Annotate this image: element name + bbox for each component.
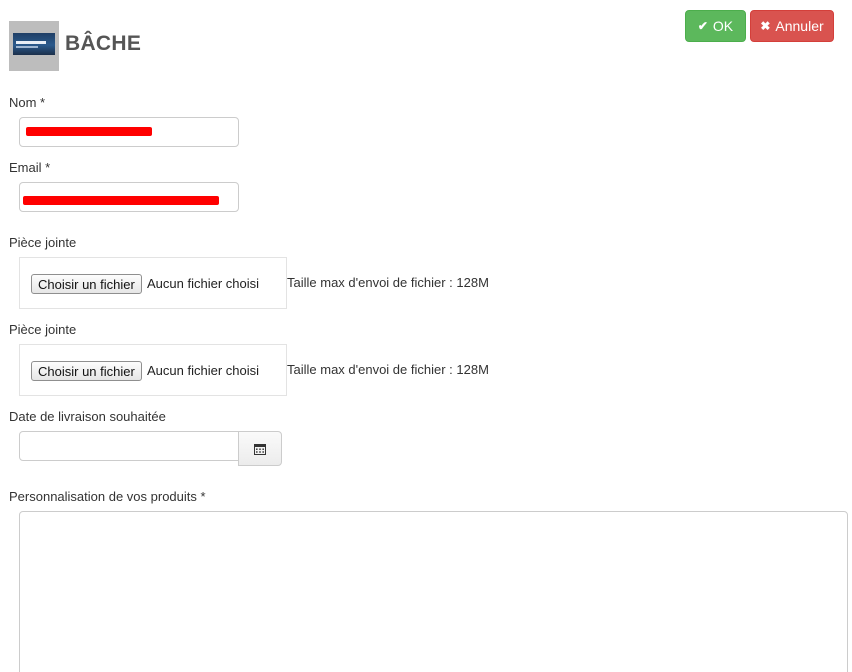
redaction-mark	[23, 196, 219, 205]
name-label: Nom *	[9, 95, 46, 110]
form-page: BÂCHE ✔ OK ✖ Annuler Nom * Email * Pièce…	[0, 0, 852, 672]
file-size-hint-1: Taille max d'envoi de fichier : 128M	[287, 275, 489, 290]
delivery-date-label: Date de livraison souhaitée	[9, 409, 166, 424]
close-icon: ✖	[760, 19, 771, 33]
attachment-label-2: Pièce jointe	[9, 322, 77, 337]
delivery-date-input[interactable]	[19, 431, 240, 461]
email-input[interactable]	[19, 182, 239, 212]
calendar-button[interactable]	[238, 431, 282, 466]
file-status-2: Aucun fichier choisi	[147, 363, 259, 378]
ok-button-label: OK	[712, 18, 734, 34]
ok-button[interactable]: ✔ OK	[685, 10, 746, 42]
name-input[interactable]	[19, 117, 239, 147]
cancel-button[interactable]: ✖ Annuler	[750, 10, 834, 42]
email-label: Email *	[9, 160, 51, 175]
file-size-hint-2: Taille max d'envoi de fichier : 128M	[287, 362, 489, 377]
product-thumbnail-icon	[9, 21, 59, 71]
customization-textarea[interactable]	[19, 511, 848, 672]
choose-file-button-1[interactable]: Choisir un fichier	[31, 274, 142, 294]
file-picker-2: Choisir un fichier Aucun fichier choisi	[19, 344, 287, 396]
file-status-1: Aucun fichier choisi	[147, 276, 259, 291]
calendar-icon	[254, 443, 266, 455]
redaction-mark	[26, 127, 152, 136]
cancel-button-label: Annuler	[775, 18, 824, 34]
attachment-label-1: Pièce jointe	[9, 235, 77, 250]
choose-file-button-2[interactable]: Choisir un fichier	[31, 361, 142, 381]
file-picker-1: Choisir un fichier Aucun fichier choisi	[19, 257, 287, 309]
customization-label: Personnalisation de vos produits *	[9, 489, 206, 504]
page-title: BÂCHE	[65, 32, 142, 55]
check-icon: ✔	[697, 19, 708, 33]
